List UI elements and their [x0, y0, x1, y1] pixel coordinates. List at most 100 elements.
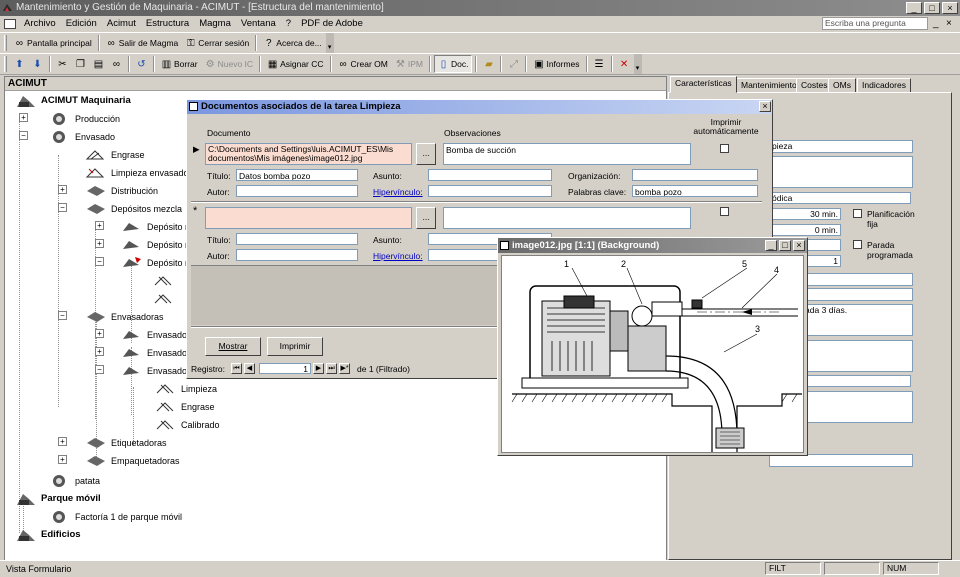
document-path-field[interactable]: C:\Documents and Settings\luis.ACIMUT_ES…	[205, 143, 412, 165]
list-button[interactable]: ☰	[591, 55, 608, 73]
close-button[interactable]: ×	[942, 2, 958, 14]
maximize-button[interactable]: □	[924, 2, 940, 14]
cancel-button[interactable]: ✕	[616, 55, 633, 73]
collapse-icon[interactable]: −	[95, 257, 104, 266]
last-record-button[interactable]: ⏭	[326, 363, 337, 374]
toolbar-grip[interactable]	[4, 56, 7, 72]
move-up-button[interactable]: ⬆	[11, 55, 28, 73]
observations-field[interactable]: Bomba de succión	[443, 143, 691, 165]
new-document-path-field[interactable]	[205, 207, 412, 229]
tree-node-envasado[interactable]: Envasado	[49, 129, 115, 145]
tree-node-deposito-2[interactable]: Depósito m	[121, 237, 193, 253]
tree-node-engrase[interactable]: Engrase	[85, 147, 145, 163]
new-titulo-field[interactable]	[236, 233, 358, 245]
folder-button[interactable]: ▰	[480, 55, 497, 73]
auto-print-checkbox[interactable]	[720, 144, 729, 153]
new-record-button[interactable]: ▶*	[339, 363, 350, 374]
ask-question-input[interactable]: Escriba una pregunta	[822, 17, 928, 30]
tree-node-root[interactable]: ACIMUT Maquinaria	[15, 93, 131, 109]
menu-help[interactable]: ?	[281, 17, 296, 31]
imprimir-button[interactable]: Imprimir	[267, 337, 323, 356]
autor-field[interactable]	[236, 185, 358, 197]
chart-button[interactable]: ⤢	[505, 55, 522, 73]
toolbar-grip[interactable]	[4, 35, 7, 51]
about-button[interactable]: ? Acerca de...	[260, 34, 324, 52]
doc-button[interactable]: ▯ Doc.	[433, 55, 473, 73]
hipervinculo-field[interactable]	[428, 185, 552, 197]
mostrar-button[interactable]: Mostrar	[205, 337, 261, 356]
new-hipervinculo-link[interactable]: Hipervínculo:	[373, 251, 423, 261]
minimize-button[interactable]: _	[906, 2, 922, 14]
menu-pdf[interactable]: PDF de Adobe	[296, 17, 368, 31]
expand-icon[interactable]: +	[95, 239, 104, 248]
tree-node-engrase-2[interactable]: Engrase	[155, 399, 215, 415]
ipm-button[interactable]: ⚒ IPM	[392, 55, 426, 73]
toolbar-options-icon[interactable]: ▾	[633, 54, 642, 74]
toolbar-options-icon[interactable]: ▾	[325, 33, 334, 53]
browse-button[interactable]: ...	[416, 143, 436, 165]
menu-estructura[interactable]: Estructura	[141, 17, 194, 31]
planificacion-checkbox[interactable]	[853, 209, 862, 218]
tree-node-distribucion[interactable]: Distribución	[85, 183, 158, 199]
new-autor-field[interactable]	[236, 249, 358, 261]
tree-node-produccion[interactable]: Producción	[49, 111, 120, 127]
expand-icon[interactable]: +	[58, 185, 67, 194]
periodicity-select[interactable]: ódica	[769, 192, 911, 204]
reports-button[interactable]: ▣ Informes	[530, 55, 582, 73]
move-down-button[interactable]: ⬇	[29, 55, 46, 73]
collapse-icon[interactable]: −	[58, 311, 67, 320]
exit-magma-button[interactable]: ∞ Salir de Magma	[103, 34, 182, 52]
tree-node-task[interactable]	[153, 273, 175, 289]
description-field[interactable]	[769, 156, 913, 188]
tree-node-task[interactable]	[153, 291, 175, 307]
image-maximize-button[interactable]: □	[779, 240, 791, 251]
assign-cc-button[interactable]: ▦ Asignar CC	[264, 55, 326, 73]
tree-node-deposito-3[interactable]: Depósito m	[121, 255, 193, 271]
tree-node-factoria[interactable]: Factoría 1 de parque móvil	[49, 509, 182, 525]
mdi-minimize-button[interactable]: _	[933, 18, 939, 30]
next-record-button[interactable]: ▶	[313, 363, 324, 374]
tab-costes[interactable]: Costes	[796, 78, 833, 93]
logout-button[interactable]: ⚿ Cerrar sesión	[182, 34, 252, 52]
dialog-close-button[interactable]: ×	[759, 101, 771, 112]
menu-archivo[interactable]: Archivo	[19, 17, 61, 31]
task-name-field[interactable]: pieza	[769, 140, 913, 153]
collapse-icon[interactable]: −	[95, 365, 104, 374]
undo-button[interactable]: ↺	[133, 55, 150, 73]
expand-icon[interactable]: +	[58, 437, 67, 446]
parada-checkbox[interactable]	[853, 240, 862, 249]
organizacion-field[interactable]	[632, 169, 758, 181]
asunto-field[interactable]	[428, 169, 552, 181]
tree-node-edificios[interactable]: Edificios	[15, 527, 81, 543]
first-record-button[interactable]: ⏮	[231, 363, 242, 374]
menu-ventana[interactable]: Ventana	[236, 17, 281, 31]
expand-icon[interactable]: +	[95, 329, 104, 338]
tree-node-parque-movil[interactable]: Parque móvil	[15, 491, 101, 507]
collapse-icon[interactable]: −	[58, 203, 67, 212]
tab-mantenimiento[interactable]: Mantenimiento	[736, 78, 802, 93]
duration-field[interactable]: 30 min.	[769, 208, 841, 220]
previous-record-button[interactable]: ◀	[244, 363, 255, 374]
tree-node-patata[interactable]: patata	[49, 473, 100, 489]
mdi-close-button[interactable]: ×	[946, 18, 952, 30]
menu-edicion[interactable]: Edición	[61, 17, 102, 31]
copy-button[interactable]: ❐	[72, 55, 89, 73]
new-ic-button[interactable]: ⚙ Nuevo IC	[202, 55, 256, 73]
cut-button[interactable]: ✂	[54, 55, 71, 73]
menu-acimut[interactable]: Acimut	[102, 17, 141, 31]
tree-node-envasado-2[interactable]: Envasado	[121, 345, 187, 361]
expand-icon[interactable]: +	[95, 221, 104, 230]
new-observations-field[interactable]	[443, 207, 691, 229]
tab-caracteristicas[interactable]: Características	[670, 76, 737, 93]
image-close-button[interactable]: ×	[793, 240, 805, 251]
delete-button[interactable]: ▥ Borrar	[158, 55, 201, 73]
record-number-field[interactable]: 1	[259, 363, 311, 374]
tree-node-calibrado[interactable]: Calibrado	[155, 417, 220, 433]
collapse-icon[interactable]: −	[19, 131, 28, 140]
tree-node-deposito-1[interactable]: Depósito m	[121, 219, 193, 235]
menu-magma[interactable]: Magma	[194, 17, 236, 31]
tab-oms[interactable]: OMs	[828, 78, 856, 93]
document-menu-icon[interactable]	[4, 19, 16, 29]
tree-node-envasadoras[interactable]: Envasadoras	[85, 309, 164, 325]
tree-node-limpieza-envasado[interactable]: Limpieza envasado	[85, 165, 189, 181]
